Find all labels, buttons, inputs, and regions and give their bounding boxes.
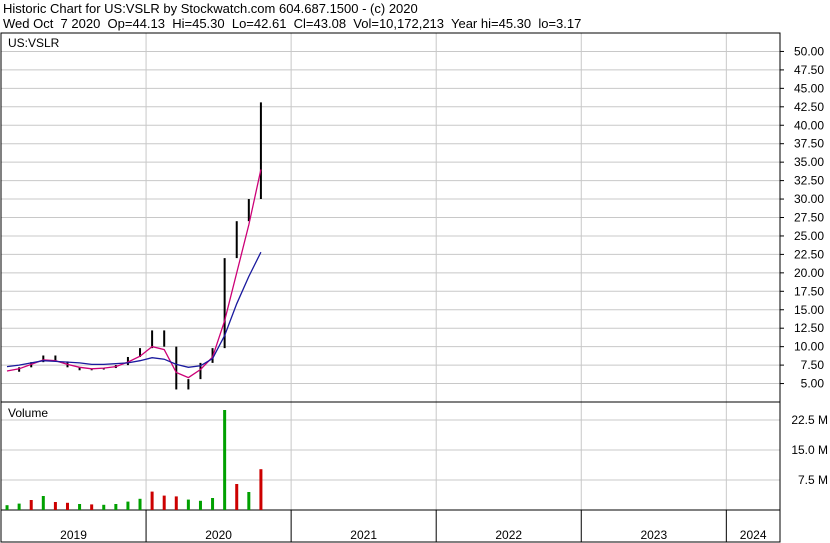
volume-bar <box>90 504 94 510</box>
volume-bar <box>53 502 57 510</box>
volume-bar <box>78 504 82 510</box>
volume-bar <box>174 496 178 510</box>
price-tick-label: 30.00 <box>794 192 824 206</box>
grid-lines <box>1 33 784 542</box>
volume-bar <box>114 504 118 510</box>
symbol-label: US:VSLR <box>8 36 60 50</box>
price-tick-label: 17.50 <box>794 284 824 298</box>
price-tick-label: 25.00 <box>794 229 824 243</box>
price-tick-label: 15.00 <box>794 303 824 317</box>
price-tick-label: 40.00 <box>794 118 824 132</box>
price-tick-label: 27.50 <box>794 211 824 225</box>
volume-bar <box>102 504 106 510</box>
volume-label: Volume <box>8 406 48 420</box>
year-label: 2024 <box>740 528 767 542</box>
volume-bar <box>247 492 251 510</box>
price-tick-label: 7.50 <box>801 358 825 372</box>
volume-bar <box>235 484 239 510</box>
volume-bar <box>223 410 227 510</box>
price-tick-label: 50.00 <box>794 44 824 58</box>
year-label: 2021 <box>350 528 377 542</box>
volume-bar <box>211 498 215 510</box>
price-tick-label: 35.00 <box>794 155 824 169</box>
volume-bar <box>186 499 190 510</box>
price-tick-label: 5.00 <box>801 377 825 391</box>
volume-bar <box>29 500 33 510</box>
volume-bar <box>126 501 130 510</box>
volume-bar <box>259 469 263 510</box>
price-tick-label: 12.50 <box>794 321 824 335</box>
volume-tick-label: 7.5 M <box>798 473 828 487</box>
stock-chart: 50.00 47.50 45.00 42.50 40.00 37.50 35.00 32.50… <box>0 32 828 543</box>
price-tick-label: 47.50 <box>794 63 824 77</box>
volume-bar <box>150 491 154 510</box>
volume-tick-label: 15.0 M <box>791 443 828 457</box>
price-tick-label: 45.00 <box>794 81 824 95</box>
volume-bar <box>162 495 166 510</box>
volume-bar <box>198 500 202 510</box>
price-tick-label: 32.50 <box>794 174 824 188</box>
price-tick-label: 37.50 <box>794 137 824 151</box>
volume-panel <box>0 401 781 511</box>
volume-bar <box>17 503 21 510</box>
price-tick-label: 42.50 <box>794 100 824 114</box>
volume-bar <box>41 496 45 510</box>
price-tick-label: 22.50 <box>794 247 824 261</box>
volume-bar <box>5 505 9 510</box>
volume-bar <box>138 498 142 510</box>
price-tick-label: 20.00 <box>794 266 824 280</box>
year-label: 2020 <box>205 528 232 542</box>
volume-tick-label: 22.5 M <box>791 413 828 427</box>
year-label: 2023 <box>640 528 667 542</box>
year-label: 2022 <box>495 528 522 542</box>
year-label: 2019 <box>60 528 87 542</box>
price-tick-label: 10.00 <box>794 340 824 354</box>
volume-bar <box>65 502 69 510</box>
